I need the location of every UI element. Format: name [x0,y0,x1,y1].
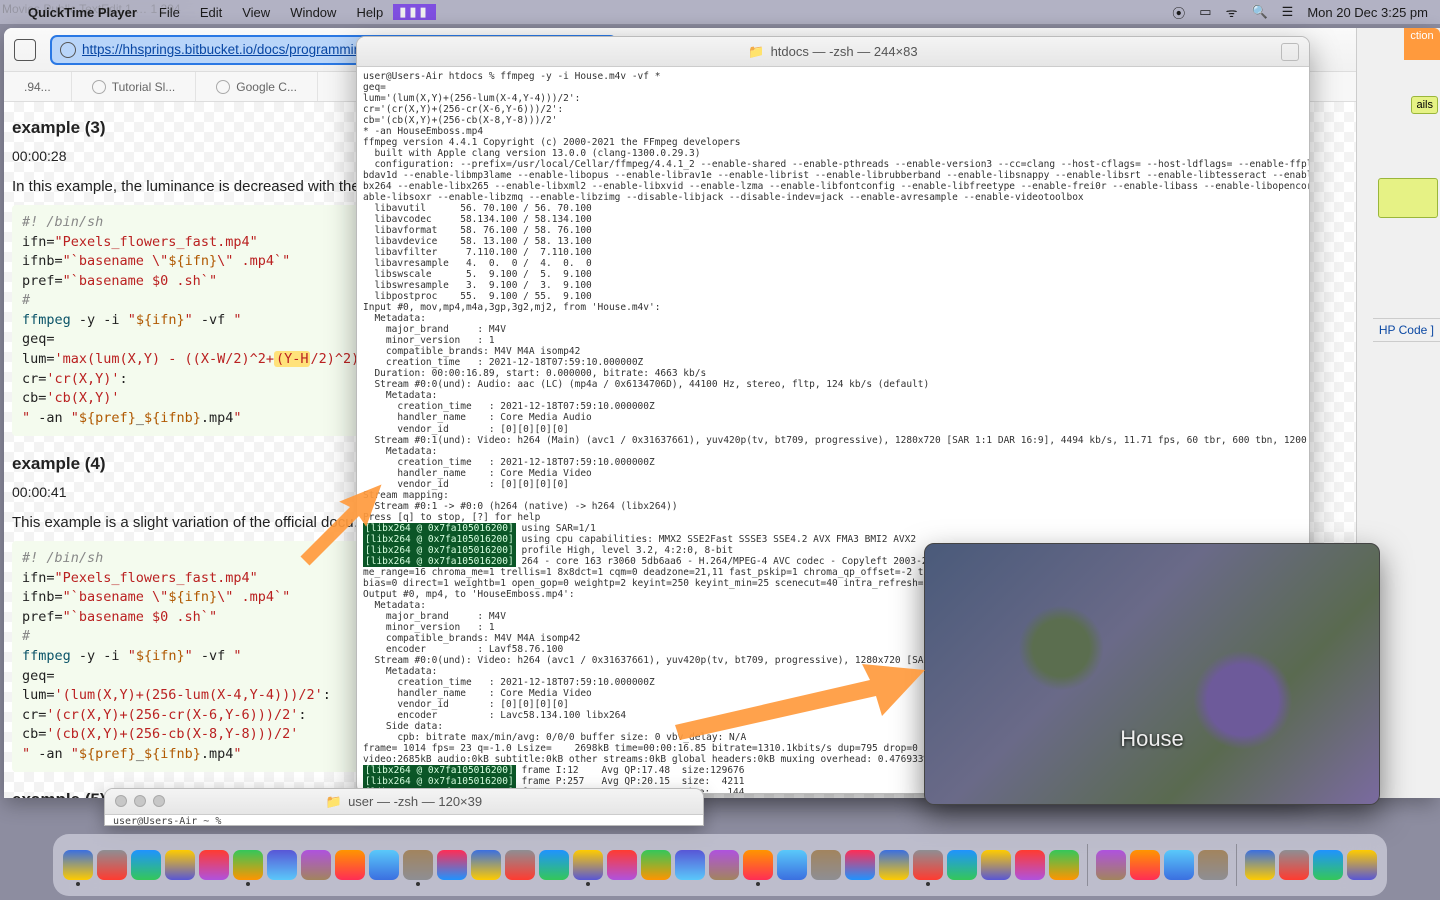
dock-firefox[interactable] [199,850,229,880]
dock-safari[interactable] [131,850,161,880]
favicon-icon [92,80,106,94]
dock-podcasts[interactable] [607,850,637,880]
dock-chrome[interactable] [165,850,195,880]
menu-file[interactable]: File [149,5,190,20]
dock [53,834,1387,896]
spotlight-icon[interactable]: 🔍 [1251,4,1267,20]
dock-downloads[interactable] [1245,850,1275,880]
site-globe-icon [60,42,76,58]
menu-help[interactable]: Help [346,5,393,20]
folder-icon: 📁 [748,44,764,60]
dock-separator [1236,844,1237,886]
dock-ffmpeg[interactable] [1164,850,1194,880]
folder-icon: 📁 [326,794,342,810]
favicon-icon [216,80,230,94]
browser-tab[interactable]: Google C... [196,72,318,101]
terminal-big-titlebar[interactable]: 📁 htdocs — -zsh — 244×83 [357,37,1309,67]
dock-brackets[interactable] [879,850,909,880]
dock-slack[interactable] [1015,850,1045,880]
dock-chrome2[interactable] [1096,850,1126,880]
sidebar-php-link[interactable]: HP Code ] [1373,318,1440,342]
browser-tab[interactable]: Tutorial Sl... [72,72,197,101]
dock-qtplayer[interactable] [1198,850,1228,880]
sidebar-chip2 [1378,178,1438,218]
dock-tv[interactable] [539,850,569,880]
dock-xcode[interactable] [811,850,841,880]
dock-photos[interactable] [335,850,365,880]
dock-maps[interactable] [301,850,331,880]
dock-notes[interactable] [505,850,535,880]
browser-tab[interactable]: .94... [4,72,72,101]
menu-window[interactable]: Window [280,5,346,20]
dock-separator [1087,844,1088,886]
dock-calendar[interactable] [403,850,433,880]
terminal-small-line: user@Users-Air ~ % [105,815,703,826]
terminal-big-title: htdocs — -zsh — 244×83 [771,44,918,59]
battery-icon[interactable]: ▭ [1199,4,1211,20]
quicktime-preview-window[interactable]: House [924,543,1380,805]
menu-view[interactable]: View [232,5,280,20]
dock-filezilla[interactable] [845,850,875,880]
sidebar-chip: ails [1411,96,1438,114]
preview-title: House [1120,726,1184,752]
menubar-clock[interactable]: Mon 20 Dec 3:25 pm [1307,5,1428,20]
dock-vscode[interactable] [777,850,807,880]
sidebar-corner-badge: ction [1404,28,1440,60]
terminal-small-title: user — -zsh — 120×39 [348,794,482,809]
window-traffic-lights[interactable] [115,795,165,807]
dock-safari-tech[interactable] [675,850,705,880]
wifi-icon[interactable]: ᯤ [1226,3,1238,21]
dock-discord[interactable] [1049,850,1079,880]
dock-music[interactable] [573,850,603,880]
minimize-icon[interactable] [134,795,146,807]
close-icon[interactable] [115,795,127,807]
terminal-window-small[interactable]: 📁 user — -zsh — 120×39 user@Users-Air ~ … [104,788,704,826]
dock-reminders[interactable] [471,850,501,880]
dock-finder[interactable] [63,850,93,880]
dock-trash[interactable] [1347,850,1377,880]
app-name[interactable]: QuickTime Player [28,5,149,20]
menu-edit[interactable]: Edit [190,5,232,20]
dock-contacts[interactable] [437,850,467,880]
dock-system-prefs[interactable] [709,850,739,880]
dock-keynote[interactable] [981,850,1011,880]
dock-appstore[interactable] [641,850,671,880]
tracking-shield-icon[interactable] [14,39,36,61]
menubar: QuickTime Player File Edit View Window H… [0,0,1440,24]
dock-books[interactable] [1279,850,1309,880]
dock-launchpad[interactable] [97,850,127,880]
dock-edge[interactable] [1130,850,1160,880]
screenrec-icon[interactable]: ⦿ [1172,3,1185,22]
dock-mail[interactable] [267,850,297,880]
dock-terminal[interactable] [743,850,773,880]
menubar-recording-indicator: ▮▮▮ [393,4,435,20]
dock-pages[interactable] [913,850,943,880]
dock-facetime[interactable] [369,850,399,880]
dock-messages[interactable] [233,850,263,880]
terminal-small-titlebar[interactable]: 📁 user — -zsh — 120×39 [105,789,703,815]
dock-docs[interactable] [1313,850,1343,880]
control-center-icon[interactable]: ☰ [1282,4,1294,20]
dock-numbers[interactable] [947,850,977,880]
zoom-icon[interactable] [153,795,165,807]
titlebar-overflow-icon[interactable] [1281,43,1299,61]
